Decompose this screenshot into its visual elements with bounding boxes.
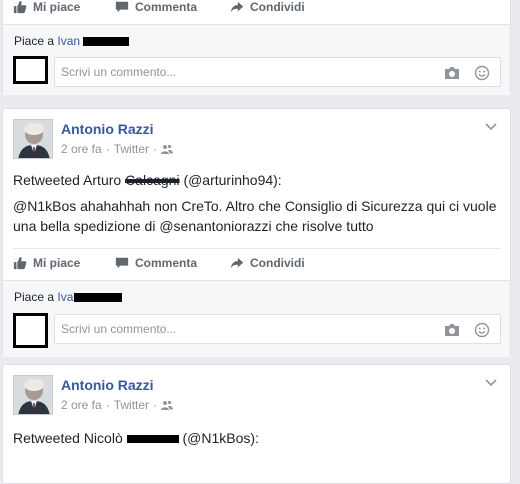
like-button[interactable]: Mi piace: [13, 252, 80, 274]
author-name[interactable]: Antonio Razzi: [61, 121, 154, 137]
post-options-chevron-icon[interactable]: [484, 121, 498, 133]
redacted-name: [74, 293, 123, 303]
post-footer: Piace a Ivan: [3, 24, 510, 95]
author-avatar[interactable]: [13, 375, 53, 415]
retweet-prefix: Retweeted Nicolò: [13, 430, 123, 446]
post-card: Antonio Razzi 2 ore fa · Twitter · Retwe…: [2, 108, 511, 357]
thumbs-up-icon: [13, 256, 27, 270]
redacted-name: [83, 37, 130, 47]
post-header: Antonio Razzi 2 ore fa · Twitter ·: [13, 119, 500, 161]
retweet-name-obscured: Calcagni: [125, 172, 180, 188]
thumbs-up-icon: [13, 0, 27, 14]
user-avatar: [13, 56, 48, 84]
post-source: Twitter: [113, 142, 150, 156]
comment-icon: [115, 257, 129, 269]
liker-link[interactable]: Ivan: [57, 34, 80, 48]
post-source: Twitter: [113, 398, 150, 412]
redacted-name: [126, 435, 179, 444]
retweet-line: Retweeted Arturo Calcagni (@arturinho94)…: [13, 170, 498, 190]
post-time[interactable]: 2 ore fa: [61, 142, 102, 156]
retweet-line: Retweeted Nicolò (@N1kBos):: [13, 428, 498, 448]
likes-prefix: Piace a: [14, 34, 55, 48]
post-body: @N1kBos ahahahhah non CreTo. Altro che C…: [13, 198, 497, 234]
emoji-icon[interactable]: [474, 322, 490, 338]
author-name[interactable]: Antonio Razzi: [61, 377, 154, 393]
post-options-chevron-icon[interactable]: [484, 377, 498, 389]
comment-input[interactable]: [61, 58, 421, 86]
post-meta: 2 ore fa · Twitter ·: [61, 142, 174, 156]
comment-box[interactable]: [54, 57, 501, 87]
comment-label: Commenta: [135, 256, 198, 270]
share-button[interactable]: Condividi: [230, 0, 305, 18]
author-photo: [14, 376, 52, 414]
meta-separator: ·: [105, 398, 110, 412]
divider: [13, 248, 500, 249]
author-photo: [14, 120, 52, 158]
like-label: Mi piace: [33, 256, 81, 270]
friends-audience-icon[interactable]: [161, 400, 174, 410]
comment-label: Commenta: [135, 0, 198, 14]
comment-box[interactable]: [54, 314, 501, 344]
post-actions: Mi piace Commenta Condividi: [3, 252, 510, 274]
likes-summary: Piace a Ivan: [14, 290, 123, 304]
post-card-next: Antonio Razzi 2 ore fa · Twitter · Retwe…: [2, 364, 511, 484]
comment-icon: [115, 1, 129, 13]
camera-icon[interactable]: [444, 65, 460, 81]
share-arrow-icon: [230, 257, 244, 269]
meta-separator: ·: [105, 142, 110, 156]
retweet-prefix: Retweeted Arturo: [13, 172, 122, 188]
post-actions: Mi piace Commenta Condividi: [3, 0, 510, 18]
post-footer: Piace a Ivan: [3, 280, 510, 357]
camera-icon[interactable]: [444, 322, 460, 338]
user-avatar: [13, 313, 48, 348]
like-button[interactable]: Mi piace: [13, 0, 80, 18]
meta-separator: ·: [153, 142, 158, 156]
post-meta: 2 ore fa · Twitter ·: [61, 398, 174, 412]
share-label: Condividi: [250, 256, 305, 270]
comment-button[interactable]: Commenta: [115, 0, 197, 18]
like-label: Mi piace: [33, 0, 81, 14]
emoji-icon[interactable]: [474, 65, 490, 81]
retweet-handle: (@N1kBos):: [182, 430, 259, 446]
post-card-previous: Mi piace Commenta Condividi Piace a Ivan: [2, 0, 511, 95]
share-label: Condividi: [250, 0, 305, 14]
share-arrow-icon: [230, 1, 244, 13]
likes-prefix: Piace a: [14, 290, 55, 304]
comment-button[interactable]: Commenta: [115, 252, 197, 274]
likes-summary: Piace a Ivan: [14, 34, 130, 48]
retweet-handle: (@arturinho94):: [183, 172, 282, 188]
friends-audience-icon[interactable]: [161, 144, 174, 154]
post-header: Antonio Razzi 2 ore fa · Twitter ·: [13, 375, 500, 417]
comment-input[interactable]: [61, 315, 421, 343]
share-button[interactable]: Condividi: [230, 252, 305, 274]
post-time[interactable]: 2 ore fa: [61, 398, 102, 412]
meta-separator: ·: [153, 398, 158, 412]
author-avatar[interactable]: [13, 119, 53, 159]
